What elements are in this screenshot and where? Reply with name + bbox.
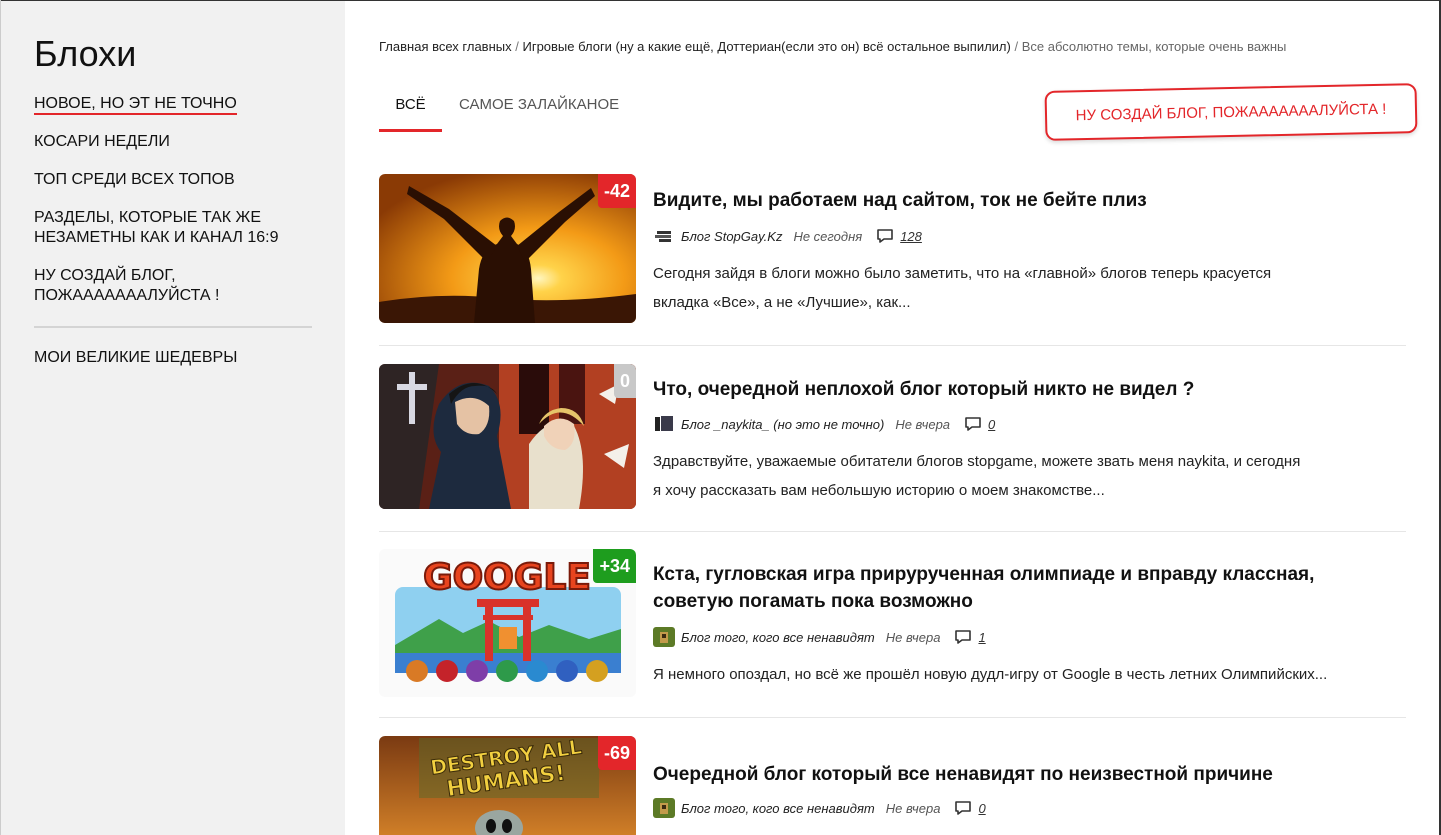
post-excerpt-line: вкладка «Все», а не «Лучшие», как... xyxy=(653,294,911,311)
sidebar-title: Блохи xyxy=(34,33,137,74)
comment-icon xyxy=(965,417,981,431)
sidebar-item-my-works[interactable]: МОИ ВЕЛИКИЕ ШЕДЕВРЫ xyxy=(34,348,314,368)
doodle-logo-text: GOOGLE xyxy=(423,557,591,598)
post-date: Не вчера xyxy=(895,416,951,432)
blog-avatar-icon xyxy=(653,414,675,434)
post-excerpt-line: я хочу рассказать вам небольшую историю … xyxy=(653,482,1105,499)
tab-most-liked[interactable]: САМОЕ ЗАЛАЙКАНОЕ xyxy=(459,96,619,113)
post-blog-name[interactable]: Блог _naykita_ (но это не точно) xyxy=(681,417,884,432)
post-comment-count: 0 xyxy=(978,800,986,816)
comment-icon xyxy=(955,801,972,815)
post-comments-link[interactable]: 1 xyxy=(954,629,986,645)
post-card: 0 Что, очередной неплохой блог который н… xyxy=(379,364,1406,509)
breadcrumb-game-blogs[interactable]: Игровые блоги (ну а какие ещё, Доттериан… xyxy=(522,39,1010,54)
post-meta: Блог того, кого все ненавидят Не вчера 1 xyxy=(653,627,986,647)
comment-icon xyxy=(955,630,972,644)
sidebar: Блохи НОВОЕ, НО ЭТ НЕ ТОЧНО КОСАРИ НЕДЕЛ… xyxy=(1,1,345,835)
post-divider xyxy=(379,717,1406,718)
post-comments-link[interactable]: 0 xyxy=(954,800,986,816)
post-comment-count: 0 xyxy=(988,416,996,432)
sidebar-divider xyxy=(34,326,312,328)
post-date: Не вчера xyxy=(885,800,941,816)
post-rating: 0 xyxy=(613,364,636,398)
post-card: GOOGLE +34 Кста, гугловская игра прируру… xyxy=(379,549,1406,697)
post-excerpt: Сегодня зайдя в блоги можно было заметит… xyxy=(653,259,1383,317)
sidebar-item-new[interactable]: НОВОЕ, НО ЭТ НЕ ТОЧНО xyxy=(34,94,314,115)
sidebar-item-label: РАЗДЕЛЫ, КОТОРЫЕ ТАК ЖЕ НЕЗАМЕТНЫ КАК И … xyxy=(34,209,279,246)
post-rating: -42 xyxy=(597,174,636,208)
post-meta: Блог того, кого все ненавидят Не вчера 0 xyxy=(653,798,986,818)
post-excerpt: Я немного опоздал, но всё же прошёл нову… xyxy=(653,660,1383,689)
post-comments-link[interactable]: 0 xyxy=(964,416,995,432)
blog-avatar-icon xyxy=(653,226,675,246)
tab-all[interactable]: ВСЁ xyxy=(379,96,442,113)
breadcrumb-separator: / xyxy=(515,39,519,54)
castlevania-image xyxy=(379,364,636,509)
sidebar-item-label: ТОП СРЕДИ ВСЕХ ТОПОВ xyxy=(34,171,235,188)
post-date: Не вчера xyxy=(885,629,941,645)
post-card: DESTROY ALL HUMANS! -69 Очередной блог к… xyxy=(379,736,1406,835)
post-excerpt-line: Здравствуйте, уважаемые обитатели блогов… xyxy=(653,453,1301,470)
post-title[interactable]: Видите, мы работаем над сайтом, ток не б… xyxy=(653,187,1393,214)
post-comment-count: 128 xyxy=(900,228,922,244)
post-rating: -69 xyxy=(597,736,636,770)
post-blog-name[interactable]: Блог того, кого все ненавидят xyxy=(681,630,875,645)
post-title-line: советую погамать пока возможно xyxy=(653,591,973,612)
post-comments-link[interactable]: 128 xyxy=(876,228,922,244)
blog-avatar-icon xyxy=(653,627,675,647)
post-title[interactable]: Что, очередной неплохой блог который ник… xyxy=(653,376,1393,403)
sidebar-item-create-blog[interactable]: НУ СОЗДАЙ БЛОГ, ПОЖАААААААЛУЙСТА ! xyxy=(34,266,314,306)
comment-icon xyxy=(877,229,894,243)
breadcrumb-current: Все абсолютно темы, которые очень важны xyxy=(1021,39,1287,54)
post-divider xyxy=(379,345,1406,346)
sidebar-item-label: КОСАРИ НЕДЕЛИ xyxy=(34,133,170,150)
breadcrumb-separator: / xyxy=(1014,39,1019,54)
post-blog-name[interactable]: Блог того, кого все ненавидят xyxy=(681,801,875,816)
post-title-line: Кста, гугловская игра прирурученная олим… xyxy=(653,564,1315,585)
post-excerpt-line: Сегодня зайдя в блоги можно было заметит… xyxy=(653,265,1272,282)
post-excerpt: Здравствуйте, уважаемые обитатели блогов… xyxy=(653,447,1383,505)
sidebar-item-label: МОИ ВЕЛИКИЕ ШЕДЕВРЫ xyxy=(34,349,238,366)
sidebar-item-top[interactable]: ТОП СРЕДИ ВСЕХ ТОПОВ xyxy=(34,170,314,190)
post-thumbnail[interactable]: DESTROY ALL HUMANS! -69 xyxy=(379,736,636,835)
sidebar-item-weekly[interactable]: КОСАРИ НЕДЕЛИ xyxy=(34,132,314,152)
blog-avatar-icon xyxy=(653,798,675,818)
post-meta: Блог _naykita_ (но это не точно) Не вчер… xyxy=(653,414,995,434)
breadcrumb: Главная всех главных / Игровые блоги (ну… xyxy=(379,39,1286,54)
post-comment-count: 1 xyxy=(978,629,986,645)
sidebar-item-label: НУ СОЗДАЙ БЛОГ, ПОЖАААААААЛУЙСТА ! xyxy=(34,267,220,304)
post-title[interactable]: Кста, гугловская игра прирурученная олим… xyxy=(653,561,1393,615)
post-rating: +34 xyxy=(593,549,636,583)
post-title[interactable]: Очередной блог который все ненавидят по … xyxy=(653,761,1393,788)
post-blog-name[interactable]: Блог StopGay.Kz xyxy=(681,229,782,244)
post-excerpt-line: Я немного опоздал, но всё же прошёл нову… xyxy=(653,666,1328,683)
post-thumbnail[interactable]: GOOGLE +34 xyxy=(379,549,636,697)
post-date: Не сегодня xyxy=(793,228,863,244)
breadcrumb-home[interactable]: Главная всех главных xyxy=(379,39,512,54)
create-blog-button[interactable]: НУ СОЗДАЙ БЛОГ, ПОЖАААААААЛУЙСТА ! xyxy=(1044,83,1418,141)
sidebar-item-sections[interactable]: РАЗДЕЛЫ, КОТОРЫЕ ТАК ЖЕ НЕЗАМЕТНЫ КАК И … xyxy=(34,208,314,248)
post-card: -42 Видите, мы работаем над сайтом, ток … xyxy=(379,174,1406,324)
post-meta: Блог StopGay.Kz Не сегодня 128 xyxy=(653,226,922,246)
tab-active-indicator xyxy=(379,129,442,132)
sidebar-item-label: НОВОЕ, НО ЭТ НЕ ТОЧНО xyxy=(34,95,237,115)
post-thumbnail[interactable]: 0 xyxy=(379,364,636,509)
post-divider xyxy=(379,531,1406,532)
post-thumbnail[interactable]: -42 xyxy=(379,174,636,323)
